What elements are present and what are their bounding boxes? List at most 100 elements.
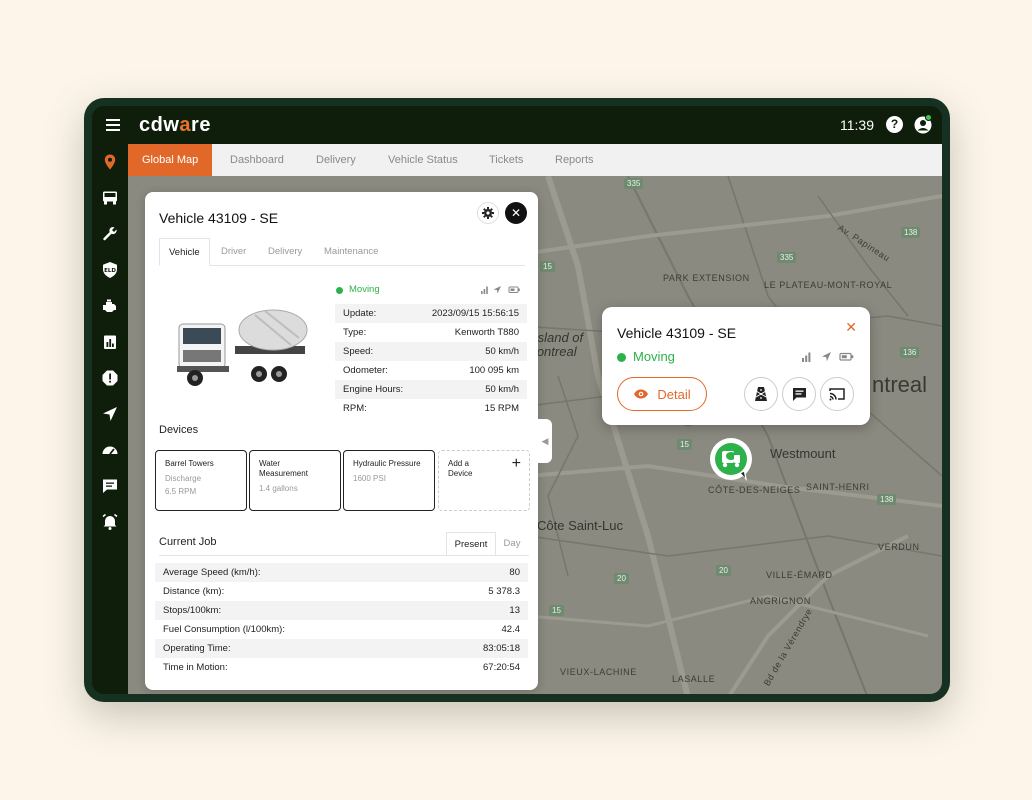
route-shield: 335: [777, 252, 797, 263]
cast-icon[interactable]: [820, 377, 854, 411]
detail-label: RPM:: [343, 403, 367, 414]
detail-value: 2023/09/15 15:56:15: [431, 308, 519, 319]
battery-icon: [508, 286, 520, 293]
map-label-island-of: Island of: [534, 330, 584, 345]
nav-truck-icon[interactable]: [92, 182, 128, 214]
device-card[interactable]: Barrel Towers Discharge 6.5 RPM: [155, 450, 247, 511]
map-label-vieux-lachine: VIEUX-LACHINE: [560, 667, 637, 677]
nav-eld-icon[interactable]: ELD: [92, 254, 128, 286]
device-name: Water Measurement: [259, 459, 308, 478]
nav-dashboard-gauge-icon[interactable]: [92, 434, 128, 466]
popup-close-icon[interactable]: ✕: [845, 319, 857, 336]
subtab-vehicle[interactable]: Vehicle: [159, 238, 210, 266]
panel-close-button[interactable]: ✕: [505, 202, 527, 224]
job-label: Stops/100km:: [163, 605, 222, 616]
job-row: Fuel Consumption (l/100km): 42.4: [155, 620, 528, 639]
job-label: Distance (km):: [163, 586, 225, 597]
hamburger-menu-icon[interactable]: [106, 119, 120, 131]
detail-value: 100 095 km: [469, 365, 519, 376]
tab-global-map[interactable]: Global Map: [128, 144, 213, 176]
job-value: 67:20:54: [483, 662, 520, 673]
detail-value: 15 RPM: [484, 403, 519, 414]
tablet-frame: cdware 11:39 ? ELD Global Map Dashboard …: [84, 98, 950, 702]
map-label-ville-emard: VILLE-ÉMARD: [766, 570, 833, 580]
nav-alert-icon[interactable]: [92, 362, 128, 394]
eye-icon: [634, 389, 649, 399]
route-shield: 15: [549, 605, 564, 616]
device-sub: Discharge: [165, 474, 202, 483]
detail-value: 50 km/h: [485, 346, 519, 357]
route-shield: 138: [877, 494, 897, 505]
detail-label: Speed:: [343, 346, 374, 357]
user-avatar-icon[interactable]: [914, 114, 932, 134]
message-icon[interactable]: [782, 377, 816, 411]
subtab-maintenance[interactable]: Maintenance: [324, 238, 378, 266]
eld-label: ELD: [104, 268, 116, 274]
device-value: 6.5 RPM: [165, 487, 197, 496]
help-icon[interactable]: ?: [886, 116, 903, 133]
moving-status-dot: [336, 287, 343, 294]
device-card[interactable]: Hydraulic Pressure 1600 PSI: [343, 450, 435, 511]
map-label-ntreal: ntreal: [872, 372, 928, 397]
detail-row: Engine Hours: 50 km/h: [335, 380, 527, 399]
route-shield: 335: [624, 178, 644, 189]
tab-reports[interactable]: Reports: [555, 144, 594, 176]
popup-title: Vehicle 43109 - SE: [617, 325, 737, 341]
detail-row: Odometer: 100 095 km: [335, 361, 527, 380]
route-shield: 20: [614, 573, 629, 584]
subtab-delivery[interactable]: Delivery: [268, 238, 302, 266]
detail-value: 50 km/h: [485, 384, 519, 395]
add-device-button[interactable]: Add a Device +: [438, 450, 530, 511]
panel-collapse-chevron-icon[interactable]: ◀: [538, 419, 552, 463]
detail-button[interactable]: Detail: [617, 377, 707, 411]
tab-delivery[interactable]: Delivery: [316, 144, 356, 176]
vehicle-map-marker-icon[interactable]: [709, 437, 757, 485]
job-value: 5 378.3: [488, 586, 520, 597]
subtab-driver[interactable]: Driver: [221, 238, 246, 266]
job-row: Time in Motion: 67:20:54: [155, 658, 528, 677]
detail-row: Update: 2023/09/15 15:56:15: [335, 304, 527, 323]
nav-engine-icon[interactable]: [92, 290, 128, 322]
map-label-saint-henri: SAINT-HENRI: [806, 482, 870, 492]
status-mini-icons: [481, 285, 521, 296]
detail-label: Odometer:: [343, 365, 388, 376]
job-label: Fuel Consumption (l/100km):: [163, 624, 285, 635]
nav-alarm-icon[interactable]: [92, 506, 128, 538]
nav-wrench-icon[interactable]: [92, 218, 128, 250]
map-label-lasalle: LASALLE: [672, 674, 716, 684]
job-tab-present[interactable]: Present: [446, 532, 496, 556]
settings-gear-icon[interactable]: [477, 202, 499, 224]
logo-rest: re: [191, 114, 211, 136]
detail-label: Update:: [343, 308, 377, 319]
vehicle-status-row: Moving: [335, 284, 527, 298]
battery-icon: [839, 352, 854, 361]
nav-navigation-icon[interactable]: [92, 398, 128, 430]
road-route-icon[interactable]: [744, 377, 778, 411]
tab-tickets[interactable]: Tickets: [489, 144, 523, 176]
nav-report-icon[interactable]: [92, 326, 128, 358]
job-label: Average Speed (km/h):: [163, 567, 261, 578]
job-row: Stops/100km: 13: [155, 601, 528, 620]
job-tab-day[interactable]: Day: [496, 532, 528, 556]
job-period-tabs: Present Day: [446, 532, 528, 556]
tab-dashboard[interactable]: Dashboard: [230, 144, 284, 176]
map-label-cote-des-neiges: CÔTE-DES-NEIGES: [708, 485, 801, 495]
tab-vehicle-status[interactable]: Vehicle Status: [388, 144, 458, 176]
nav-location-icon[interactable]: [92, 146, 128, 178]
map-label-park-extension: PARK EXTENSION: [663, 273, 750, 283]
map-label-angrignon: ANGRIGNON: [750, 596, 811, 606]
job-value: 13: [509, 605, 520, 616]
popup-moving-dot: [617, 353, 626, 362]
devices-heading: Devices: [159, 424, 199, 436]
vehicle-map-popup: Vehicle 43109 - SE ✕ Moving Detail: [602, 307, 870, 425]
nav-message-icon[interactable]: [92, 470, 128, 502]
job-value: 80: [509, 567, 520, 578]
gps-icon: [493, 286, 501, 294]
route-shield: 136: [900, 347, 920, 358]
job-row: Operating Time: 83:05:18: [155, 639, 528, 658]
add-device-label: Add a Device: [448, 459, 473, 478]
plus-icon: +: [511, 455, 521, 472]
vehicle-detail-panel: Vehicle 43109 - SE ✕ Vehicle Driver Deli…: [145, 192, 538, 690]
device-card[interactable]: Water Measurement 1.4 gallons: [249, 450, 341, 511]
route-shield: 15: [540, 261, 555, 272]
